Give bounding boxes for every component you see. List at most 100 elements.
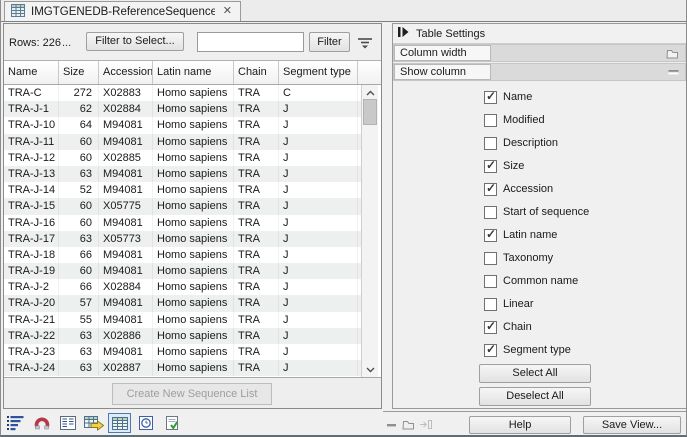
text-view-icon[interactable] — [56, 413, 79, 433]
table-view-icon[interactable] — [108, 413, 131, 433]
checkbox-checked-icon[interactable]: ✓ — [484, 226, 497, 242]
table-cell: 60 — [59, 263, 99, 280]
table-cell: M94081 — [99, 344, 153, 361]
checkbox-checked-icon[interactable]: ✓ — [484, 318, 497, 334]
table-row[interactable]: TRA-J-16 60 M94081 Homo sapiens TRA J — [4, 214, 361, 231]
checkbox-checked-icon[interactable]: ✓ — [484, 342, 497, 357]
column-header-accession[interactable]: Accession — [99, 61, 153, 84]
scrollbar-thumb[interactable] — [363, 99, 377, 125]
table-settings-header[interactable]: Table Settings — [393, 24, 686, 44]
collapse-section-icon[interactable] — [668, 67, 679, 79]
table-row[interactable]: TRA-J-20 57 M94081 Homo sapiens TRA J — [4, 295, 361, 312]
checkbox-unchecked-icon[interactable] — [484, 251, 497, 265]
select-all-button[interactable]: Select All — [479, 364, 591, 383]
scroll-down-icon[interactable] — [362, 362, 378, 377]
float-sidebar-icon[interactable] — [402, 419, 415, 433]
show-column-option-segment-type[interactable]: ✓ Segment type — [484, 342, 571, 357]
checkbox-label: Start of sequence — [503, 206, 590, 218]
column-header-chain[interactable]: Chain — [234, 61, 279, 84]
checkbox-label: Taxonomy — [503, 252, 554, 264]
table-cell: Homo sapiens — [153, 149, 234, 166]
column-header-name[interactable]: Name — [4, 61, 59, 84]
vertical-scrollbar[interactable] — [361, 85, 378, 377]
table-row[interactable]: TRA-J-19 60 M94081 Homo sapiens TRA J — [4, 263, 361, 280]
table-cell: TRA-J-16 — [4, 214, 59, 231]
filter-search-input[interactable] — [197, 32, 304, 52]
table-row[interactable]: TRA-J-23 63 M94081 Homo sapiens TRA J — [4, 344, 361, 361]
list-view-icon[interactable] — [4, 413, 27, 433]
element-info-view-icon[interactable] — [160, 413, 183, 433]
collapse-panel-icon[interactable] — [397, 26, 409, 41]
filter-button[interactable]: Filter — [309, 32, 350, 52]
table-cell: J — [279, 230, 358, 247]
table-row[interactable]: TRA-J-22 63 X02886 Homo sapiens TRA J — [4, 327, 361, 344]
column-header-latin-name[interactable]: Latin name — [153, 61, 234, 84]
deselect-all-button[interactable]: Deselect All — [479, 387, 591, 406]
show-column-option-modified[interactable]: Modified — [484, 113, 545, 127]
show-column-option-linear[interactable]: Linear — [484, 297, 534, 311]
help-button[interactable]: Help — [469, 416, 571, 434]
export-table-view-icon[interactable] — [82, 413, 105, 433]
checkbox-unchecked-icon[interactable] — [484, 136, 497, 150]
show-column-option-chain[interactable]: ✓ Chain — [484, 318, 532, 334]
checkbox-label: Common name — [503, 275, 579, 287]
tab-imgtgenedb[interactable]: IMGTGENEDB-ReferenceSequences... ✕ — [4, 1, 241, 21]
table-row[interactable]: TRA-J-17 63 X05773 Homo sapiens TRA J — [4, 230, 361, 247]
application-window: IMGTGENEDB-ReferenceSequences... ✕ Rows:… — [0, 0, 687, 437]
table-row[interactable]: TRA-J-18 66 M94081 Homo sapiens TRA J — [4, 246, 361, 264]
table-cell: TRA-J-2 — [4, 279, 59, 296]
table-cell: 66 — [59, 279, 99, 296]
show-column-option-description[interactable]: Description — [484, 136, 558, 150]
table-cell: J — [279, 279, 358, 296]
motif-view-icon[interactable] — [30, 413, 53, 433]
checkbox-unchecked-icon[interactable] — [484, 274, 497, 288]
table-row[interactable]: TRA-J-13 63 M94081 Homo sapiens TRA J — [4, 165, 361, 183]
show-column-option-latin-name[interactable]: ✓ Latin name — [484, 226, 557, 242]
check-mark: ✓ — [486, 226, 497, 241]
table-row[interactable]: TRA-J-11 60 M94081 Homo sapiens TRA J — [4, 133, 361, 150]
column-header-segment-type[interactable]: Segment type — [279, 61, 358, 84]
show-column-option-start-of-sequence[interactable]: Start of sequence — [484, 205, 589, 219]
show-column-option-taxonomy[interactable]: Taxonomy — [484, 251, 553, 265]
table-row[interactable]: TRA-C 272 X02883 Homo sapiens TRA C — [4, 85, 361, 102]
minimize-sidebar-icon[interactable] — [386, 420, 398, 432]
save-view-button[interactable]: Save View... — [583, 416, 681, 434]
table-row[interactable]: TRA-J-24 63 X02887 Homo sapiens TRA J — [4, 360, 361, 377]
table-cell: Homo sapiens — [153, 85, 234, 102]
table-cell: Homo sapiens — [153, 214, 234, 231]
table-row[interactable]: TRA-J-2 66 X02884 Homo sapiens TRA J — [4, 279, 361, 296]
history-view-icon[interactable] — [134, 413, 157, 433]
table-row[interactable]: TRA-J-15 60 X05775 Homo sapiens TRA J — [4, 198, 361, 215]
show-column-option-size[interactable]: ✓ Size — [484, 158, 524, 173]
table-cell: J — [279, 344, 358, 361]
show-column-option-common-name[interactable]: Common name — [484, 274, 578, 288]
show-column-section[interactable]: Show column — [393, 63, 686, 81]
float-section-icon[interactable] — [666, 48, 679, 62]
table-cell: TRA — [234, 149, 279, 166]
table-cell: TRA-J-14 — [4, 182, 59, 199]
table-row[interactable]: TRA-J-12 60 X02885 Homo sapiens TRA J — [4, 149, 361, 166]
table-cell: TRA-J-10 — [4, 117, 59, 134]
advanced-filter-icon[interactable] — [355, 35, 375, 51]
checkbox-unchecked-icon[interactable] — [484, 113, 497, 127]
table-cell: Homo sapiens — [153, 279, 234, 296]
show-column-option-name[interactable]: ✓ Name — [484, 89, 532, 104]
checkbox-checked-icon[interactable]: ✓ — [484, 89, 497, 104]
checkbox-checked-icon[interactable]: ✓ — [484, 181, 497, 196]
table-row[interactable]: TRA-J-1 62 X02884 Homo sapiens TRA J — [4, 101, 361, 118]
checkbox-unchecked-icon[interactable] — [484, 297, 497, 311]
table-cell: TRA — [234, 165, 279, 183]
table-row[interactable]: TRA-J-10 64 M94081 Homo sapiens TRA J — [4, 117, 361, 134]
table-row[interactable]: TRA-J-14 52 M94081 Homo sapiens TRA J — [4, 182, 361, 199]
filter-to-select-button[interactable]: Filter to Select... — [86, 32, 184, 51]
column-header-size[interactable]: Size — [59, 61, 99, 84]
checkbox-checked-icon[interactable]: ✓ — [484, 158, 497, 173]
show-column-option-accession[interactable]: ✓ Accession — [484, 181, 553, 196]
checkbox-unchecked-icon[interactable] — [484, 205, 497, 219]
table-row[interactable]: TRA-J-21 55 M94081 Homo sapiens TRA J — [4, 311, 361, 328]
table-cell: 66 — [59, 246, 99, 264]
column-width-section[interactable]: Column width — [393, 44, 686, 62]
check-mark: ✓ — [486, 318, 497, 333]
tab-close-icon[interactable]: ✕ — [221, 6, 234, 17]
scroll-up-icon[interactable] — [362, 85, 378, 100]
